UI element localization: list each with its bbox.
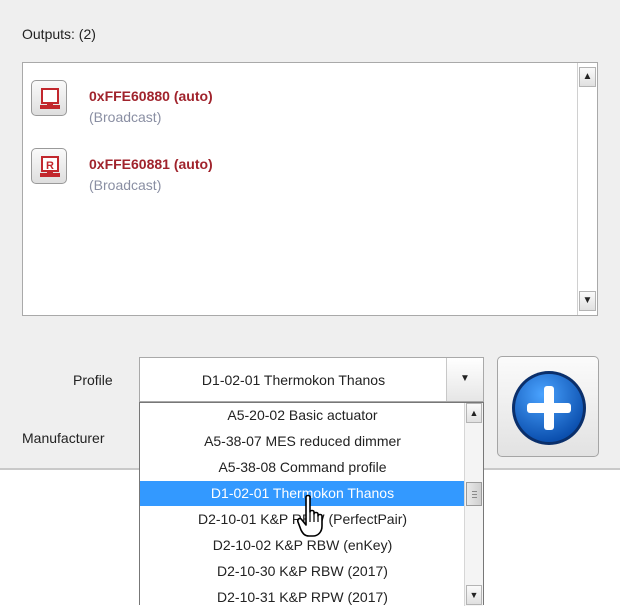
plus-circle-icon	[512, 371, 586, 445]
output-subtitle: (Broadcast)	[89, 109, 162, 125]
scroll-down-arrow-icon[interactable]: ▼	[466, 585, 482, 605]
output-item[interactable]: R 0xFFE60881 (auto) (Broadcast)	[31, 148, 551, 194]
scroll-down-arrow-icon[interactable]: ▼	[579, 291, 596, 311]
dropdown-option[interactable]: A5-20-02 Basic actuator	[140, 403, 465, 428]
output-address: 0xFFE60881 (auto)	[89, 156, 213, 172]
dropdown-option[interactable]: A5-38-08 Command profile	[140, 455, 465, 480]
add-button[interactable]	[497, 356, 599, 457]
dropdown-option[interactable]: A5-38-07 MES reduced dimmer	[140, 429, 465, 454]
output-device-r-icon: R	[31, 148, 67, 184]
dropdown-option[interactable]: D2-10-31 K&P RPW (2017)	[140, 585, 465, 610]
hand-pointer-cursor-icon	[297, 494, 323, 537]
dropdown-scrollbar[interactable]: ▲ ▼	[464, 403, 483, 606]
output-icon-letter: R	[46, 160, 54, 172]
output-address: 0xFFE60880 (auto)	[89, 88, 213, 104]
chevron-down-icon[interactable]: ▼	[446, 358, 483, 401]
profile-select[interactable]: D1-02-01 Thermokon Thanos ▼	[139, 357, 484, 402]
outputs-panel: Outputs: (2) 0xFFE60880 (auto) (Broadcas…	[0, 0, 620, 470]
profile-select-value: D1-02-01 Thermokon Thanos	[201, 372, 386, 388]
scrollbar-thumb[interactable]	[466, 482, 482, 506]
output-subtitle: (Broadcast)	[89, 177, 162, 193]
profile-label: Profile	[73, 372, 113, 388]
outputs-list[interactable]: 0xFFE60880 (auto) (Broadcast) R 0xFFE608…	[22, 62, 598, 316]
scroll-up-arrow-icon[interactable]: ▲	[579, 67, 596, 87]
manufacturer-label: Manufacturer	[22, 430, 105, 446]
outputs-scrollbar[interactable]: ▲ ▼	[577, 63, 597, 315]
output-device-icon	[31, 80, 67, 116]
dropdown-option[interactable]: D2-10-30 K&P RBW (2017)	[140, 559, 465, 584]
scroll-up-arrow-icon[interactable]: ▲	[466, 403, 482, 423]
output-item[interactable]: 0xFFE60880 (auto) (Broadcast)	[31, 80, 551, 126]
outputs-title: Outputs: (2)	[22, 26, 96, 42]
